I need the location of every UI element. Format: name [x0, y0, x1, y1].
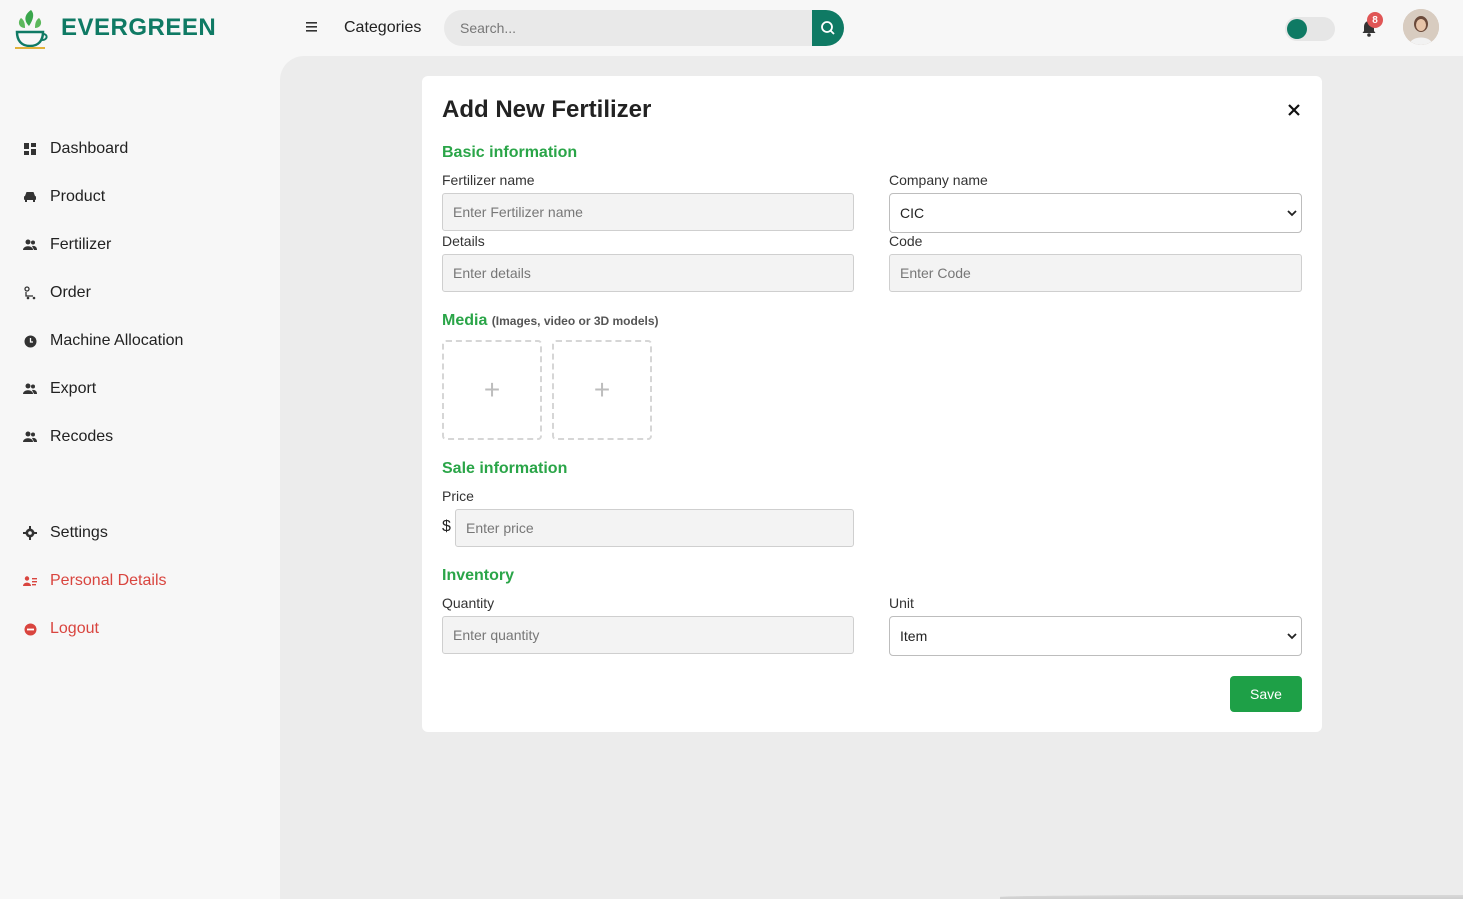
fertilizer-name-field[interactable]: [442, 193, 854, 231]
code-field[interactable]: [889, 254, 1302, 292]
sidebar-item-machine-allocation[interactable]: Machine Allocation: [22, 329, 183, 353]
sidebar-item-fertilizer[interactable]: Fertilizer: [22, 233, 111, 257]
users-icon: [22, 429, 38, 445]
hamburger-icon: [306, 22, 317, 32]
toggle-knob: [1287, 19, 1307, 39]
sidebar-item-label: Dashboard: [50, 140, 129, 157]
menu-toggle-button[interactable]: [304, 19, 320, 35]
id-card-icon: [22, 573, 38, 589]
sidebar-item-product[interactable]: Product: [22, 185, 105, 209]
save-button[interactable]: Save: [1230, 676, 1302, 712]
sidebar-item-label: Order: [50, 284, 91, 301]
quantity-label: Quantity: [442, 595, 495, 611]
brand-logo[interactable]: EVERGREEN: [13, 6, 216, 50]
fertilizer-name-label: Fertilizer name: [442, 172, 535, 188]
sidebar-item-settings[interactable]: Settings: [22, 521, 108, 545]
gear-icon: [22, 525, 38, 541]
company-name-value: CIC: [900, 205, 925, 221]
plus-icon: +: [593, 374, 611, 405]
users-icon: [22, 381, 38, 397]
media-subtitle: (Images, video or 3D models): [491, 314, 659, 328]
sidebar-item-dashboard[interactable]: Dashboard: [22, 137, 128, 161]
logout-icon: [22, 621, 38, 637]
media-upload-slot[interactable]: +: [442, 340, 542, 440]
sidebar-item-logout[interactable]: Logout: [22, 617, 99, 641]
inventory-heading: Inventory: [442, 567, 515, 584]
search-icon: [821, 21, 835, 35]
details-label: Details: [442, 233, 485, 249]
sidebar-item-personal-details[interactable]: Personal Details: [22, 569, 167, 593]
leaf-teapot-icon: [15, 10, 48, 49]
page-edge-shadow: [1000, 895, 1463, 899]
unit-select[interactable]: Item: [889, 616, 1302, 656]
page-title: Add New Fertilizer: [442, 96, 652, 123]
sidebar-item-recodes[interactable]: Recodes: [22, 425, 113, 449]
theme-toggle[interactable]: [1285, 17, 1335, 41]
sidebar-item-label: Logout: [50, 620, 99, 637]
basic-info-heading: Basic information: [442, 144, 578, 161]
media-title: Media: [442, 312, 488, 329]
sidebar-item-order[interactable]: Order: [22, 281, 91, 305]
notification-badge: 8: [1367, 12, 1383, 28]
brand-name: EVERGREEN: [61, 14, 217, 41]
details-field[interactable]: [442, 254, 854, 292]
search-button[interactable]: [812, 10, 844, 46]
code-label: Code: [889, 233, 923, 249]
close-button[interactable]: [1284, 100, 1304, 120]
plus-icon: +: [483, 374, 501, 405]
price-field[interactable]: [455, 509, 854, 547]
sidebar-item-export[interactable]: Export: [22, 377, 96, 401]
sidebar-item-label: Export: [50, 380, 97, 397]
sale-info-heading: Sale information: [442, 460, 568, 477]
chevron-down-icon: [1287, 210, 1297, 217]
sidebar-item-label: Product: [50, 188, 106, 205]
chevron-down-icon: [1287, 633, 1297, 640]
media-upload-slot[interactable]: +: [552, 340, 652, 440]
close-icon: [1288, 104, 1300, 116]
order-icon: [22, 285, 38, 301]
currency-symbol: $: [442, 518, 451, 535]
unit-label: Unit: [889, 595, 914, 611]
sidebar-item-label: Personal Details: [50, 572, 167, 589]
user-photo-icon: [1403, 9, 1439, 45]
sidebar-item-label: Machine Allocation: [50, 332, 184, 349]
clock-icon: [22, 333, 38, 349]
search-input[interactable]: [444, 10, 816, 46]
sidebar-item-label: Fertilizer: [50, 236, 112, 253]
company-name-select[interactable]: CIC: [889, 193, 1302, 233]
sidebar-item-label: Settings: [50, 524, 108, 541]
users-icon: [22, 237, 38, 253]
sidebar-item-label: Recodes: [50, 428, 114, 445]
price-label: Price: [442, 488, 474, 504]
add-fertilizer-modal: Add New Fertilizer Basic information Fer…: [422, 76, 1322, 732]
quantity-field[interactable]: [442, 616, 854, 654]
company-name-label: Company name: [889, 172, 988, 188]
dashboard-icon: [22, 141, 38, 157]
sidebar: Dashboard Product Fertilizer Order Machi…: [0, 56, 280, 899]
car-icon: [22, 189, 38, 205]
top-header: EVERGREEN Categories 8: [0, 0, 1463, 56]
categories-link[interactable]: Categories: [344, 19, 421, 37]
media-heading: Media (Images, video or 3D models): [442, 312, 659, 330]
search-bar: [444, 10, 844, 46]
avatar[interactable]: [1403, 9, 1439, 45]
unit-value: Item: [900, 628, 928, 644]
